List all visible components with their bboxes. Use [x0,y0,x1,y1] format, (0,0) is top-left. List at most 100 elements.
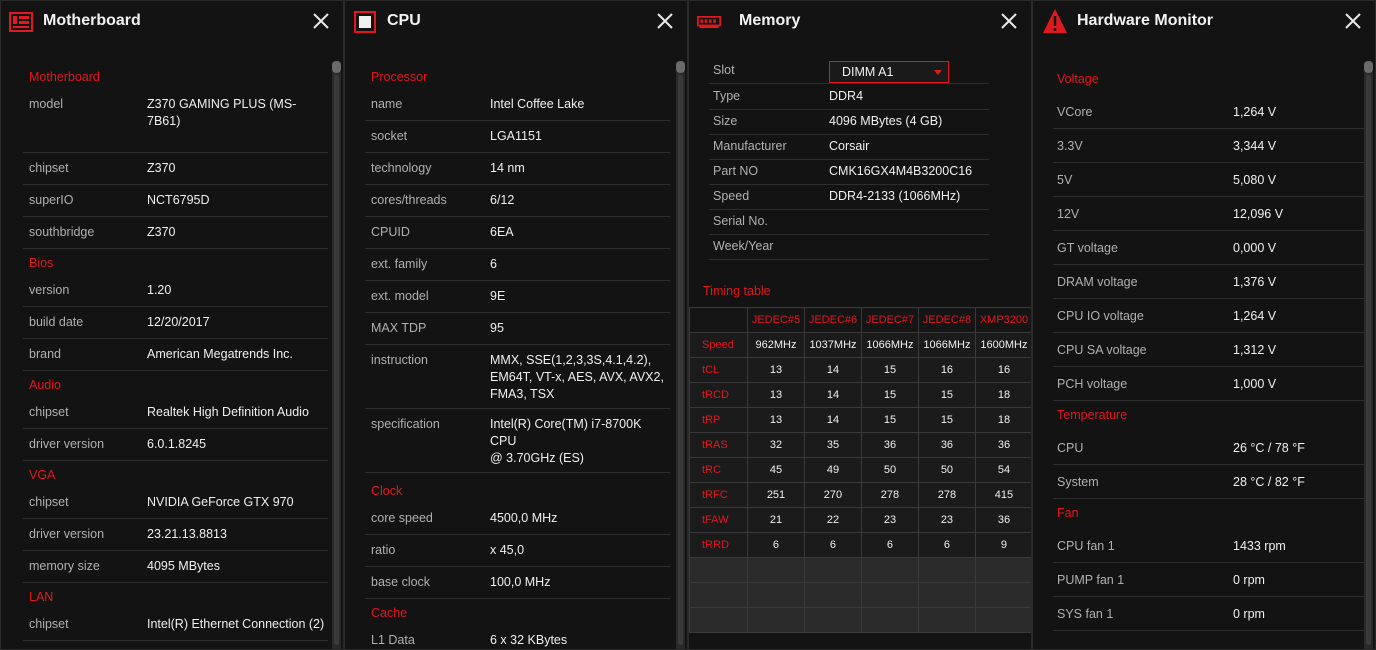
empty-cell [803,557,862,583]
section-header: Temperature [1057,408,1128,422]
panel-title: Motherboard [43,12,141,29]
timing-header-cell: JEDEC#5 [747,307,805,333]
row-value: NVIDIA GeForce GTX 970 [147,495,294,509]
slot-dropdown[interactable]: DIMM A1 [829,61,949,83]
timing-row: tCL 13 14 15 16 16 [689,357,1031,383]
sensor-row: CPU SA voltage 1,312 V [1053,333,1369,367]
scroll-track[interactable] [1366,75,1371,645]
sensor-value: 26 °C / 78 °F [1233,441,1305,455]
memory-icon [697,16,721,28]
sensor-name: CPU IO voltage [1057,309,1144,323]
close-icon[interactable] [1343,11,1363,31]
empty-cell [860,582,919,608]
motherboard-icon [9,12,33,32]
panel-title: Hardware Monitor [1077,12,1214,29]
info-row: ratio x 45,0 [365,535,670,567]
timing-cell: 15 [917,407,976,433]
row-value: 6 [490,257,497,271]
sensor-value: 0 rpm [1233,573,1265,587]
section-header: Fan [1057,506,1079,520]
empty-cell [803,607,862,633]
cpu-icon [354,11,376,33]
scroll-thumb[interactable] [676,61,685,73]
empty-cell [974,607,1031,633]
close-icon[interactable] [311,11,331,31]
timing-header-cell: JEDEC#7 [860,307,919,333]
scroll-thumb[interactable] [332,61,341,73]
scrollbar[interactable] [1364,61,1373,649]
info-row: L1 Data 6 x 32 KBytes [365,625,670,649]
motherboard-content: Motherboard model Z370 GAMING PLUS (MS-7B… [23,63,328,641]
sensor-row: 5V 5,080 V [1053,163,1369,197]
timing-cell: 16 [917,357,976,383]
section-header: Cache [371,606,408,620]
timing-cell: 15 [917,382,976,408]
timing-cell: 13 [747,357,805,383]
timing-cell: 23 [917,507,976,533]
empty-cell [860,557,919,583]
timing-row: tFAW 21 22 23 23 36 [689,507,1031,533]
cpu-panel: CPU Processor name Intel Coffee Lake sock… [344,0,688,650]
timing-header-cell: JEDEC#6 [803,307,862,333]
row-key: Week/Year [713,239,774,253]
scrollbar[interactable] [332,61,341,649]
timing-cell: 15 [860,382,919,408]
timing-cell: 36 [974,507,1031,533]
sensor-value: 5,080 V [1233,173,1277,187]
empty-cell [917,557,976,583]
info-row: chipset NVIDIA GeForce GTX 970 [23,487,328,519]
timing-table: JEDEC#5 JEDEC#6 JEDEC#7 JEDEC#8 XMP3200 … [689,307,1031,633]
row-value: DDR4-2133 (1066MHz) [829,189,961,203]
sensor-value: 1,264 V [1233,105,1277,119]
timing-header-cell [689,307,748,333]
timing-cell: 18 [974,407,1031,433]
empty-cell [974,557,1031,583]
sensor-name: SYS fan 1 [1057,607,1114,621]
row-value: 4095 MBytes [147,559,220,573]
sensor-value: 1433 rpm [1233,539,1286,553]
info-row: ext. model 9E [365,281,670,313]
row-value: Z370 GAMING PLUS (MS-7B61) [147,97,297,128]
timing-cell: 270 [803,482,862,508]
panel-title: Memory [739,12,801,29]
info-row: superIO NCT6795D [23,185,328,217]
section-header: LAN [29,590,54,604]
empty-cell [747,607,805,633]
row-key: specification [371,417,440,431]
info-row: Size 4096 MBytes (4 GB) [709,110,989,135]
info-row: Type DDR4 [709,85,989,110]
sensor-row: CPU fan 1 1433 rpm [1053,529,1369,563]
timing-cell: 16 [974,357,1031,383]
empty-cell [917,607,976,633]
row-value: 1.20 [147,283,172,297]
timing-cell: 15 [860,407,919,433]
timing-header-cell: JEDEC#8 [917,307,976,333]
row-value: 9E [490,289,506,303]
sensor-name: DRAM voltage [1057,275,1138,289]
row-key: technology [371,161,432,175]
row-value: 100,0 MHz [490,575,551,589]
row-value: NCT6795D [147,193,210,207]
scrollbar[interactable] [676,61,685,649]
info-row: chipset Intel(R) Ethernet Connection (2) [23,609,328,641]
timing-row-label: tCL [689,357,748,383]
sensor-name: CPU SA voltage [1057,343,1147,357]
info-row: Speed DDR4-2133 (1066MHz) [709,185,989,210]
timing-cell: 54 [974,457,1031,483]
scroll-thumb[interactable] [1364,61,1373,73]
timing-cell: 6 [860,532,919,558]
timing-row-label: tRFC [689,482,748,508]
info-row: build date 12/20/2017 [23,307,328,339]
timing-cell: 13 [747,382,805,408]
timing-cell: 15 [860,357,919,383]
info-row: southbridge Z370 [23,217,328,249]
close-icon[interactable] [999,11,1019,31]
timing-row-label: tRCD [689,382,748,408]
row-key: MAX TDP [371,321,427,335]
section-header: Motherboard [29,70,100,84]
close-icon[interactable] [655,11,675,31]
scroll-track[interactable] [678,75,683,645]
scroll-track[interactable] [334,75,339,645]
row-key: ext. family [371,257,428,271]
timing-cell: 36 [860,432,919,458]
